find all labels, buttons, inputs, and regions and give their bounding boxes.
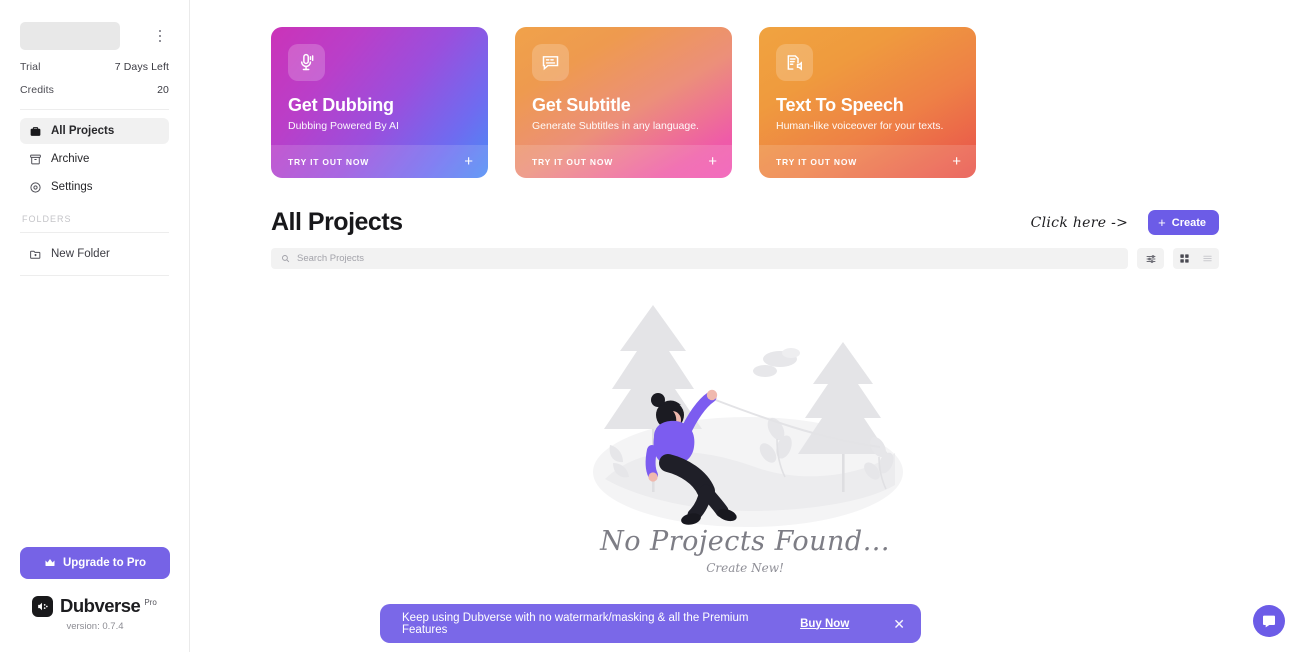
trial-label: Trial xyxy=(20,61,41,73)
search-input[interactable] xyxy=(297,253,1118,264)
empty-state-title: No Projects Found... xyxy=(600,526,890,557)
card-cta[interactable]: TRY IT OUT NOW + xyxy=(271,145,488,178)
folders-section-label: FOLDERS xyxy=(22,214,72,224)
plus-icon: + xyxy=(952,153,961,170)
header-actions: Click here -> + Create xyxy=(1031,210,1219,237)
search-box[interactable] xyxy=(271,248,1128,269)
toolbar xyxy=(271,248,1219,269)
card-subtitle: Dubbing Powered By AI xyxy=(288,120,399,132)
account-placeholder xyxy=(20,22,120,50)
sidebar-item-label: All Projects xyxy=(51,125,115,137)
person-on-swing-illustration xyxy=(593,305,903,527)
sidebar-item-settings[interactable]: Settings xyxy=(20,174,169,200)
credits-row: Credits 20 xyxy=(20,84,169,96)
sidebar-item-label: Settings xyxy=(51,181,93,193)
card-get-subtitle[interactable]: Get Subtitle Generate Subtitles in any l… xyxy=(515,27,732,178)
create-label: Create xyxy=(1171,216,1206,229)
kebab-menu-icon[interactable] xyxy=(151,25,169,47)
plus-icon: + xyxy=(1158,215,1166,230)
create-button[interactable]: + Create xyxy=(1148,210,1219,235)
sidebar-footer: Upgrade to Pro Dubverse Pro version: 0.7… xyxy=(20,547,170,652)
card-get-dubbing[interactable]: Get Dubbing Dubbing Powered By AI TRY IT… xyxy=(271,27,488,178)
closed-caption-icon xyxy=(532,44,569,81)
chat-bubble-icon xyxy=(1261,613,1277,629)
list-view-icon xyxy=(1202,253,1213,264)
microphone-icon xyxy=(288,44,325,81)
filter-button[interactable] xyxy=(1137,248,1164,269)
new-folder-label: New Folder xyxy=(51,248,110,260)
folders-divider-bottom xyxy=(20,275,169,276)
list-view-button[interactable] xyxy=(1196,248,1219,269)
sidebar-item-archive[interactable]: Archive xyxy=(20,146,169,172)
sidebar-item-all-projects[interactable]: All Projects xyxy=(20,118,169,144)
click-here-annotation: Click here -> xyxy=(1030,214,1129,231)
projects-header: All Projects Click here -> + Create xyxy=(271,208,1219,237)
card-cta[interactable]: TRY IT OUT NOW + xyxy=(759,145,976,178)
promo-banner: Keep using Dubverse with no watermark/ma… xyxy=(380,604,921,643)
sidebar-nav: All Projects Archive Settings xyxy=(20,118,169,200)
credits-value: 20 xyxy=(157,84,169,96)
upgrade-label: Upgrade to Pro xyxy=(62,557,147,569)
promo-banner-text: Keep using Dubverse with no watermark/ma… xyxy=(402,611,749,636)
account-row xyxy=(20,22,169,50)
folders-divider-top xyxy=(20,232,169,233)
app-root: Trial 7 Days Left Credits 20 All Project… xyxy=(0,0,1300,652)
brand-name: Dubverse xyxy=(60,595,141,616)
card-cta-label: TRY IT OUT NOW xyxy=(288,156,370,167)
crown-icon xyxy=(44,557,56,569)
card-text-to-speech[interactable]: Text To Speech Human-like voiceover for … xyxy=(759,27,976,178)
feature-cards: Get Dubbing Dubbing Powered By AI TRY IT… xyxy=(271,27,1219,178)
trial-value: 7 Days Left xyxy=(114,61,169,73)
card-subtitle: Generate Subtitles in any language. xyxy=(532,120,699,132)
document-speaker-icon xyxy=(776,44,813,81)
credits-label: Credits xyxy=(20,84,54,96)
gear-icon xyxy=(29,181,42,194)
card-cta-label: TRY IT OUT NOW xyxy=(776,156,858,167)
empty-state-subtitle: Create New! xyxy=(706,561,784,575)
card-title: Get Subtitle xyxy=(532,95,631,115)
chat-launcher-button[interactable] xyxy=(1253,605,1285,637)
trial-row: Trial 7 Days Left xyxy=(20,61,169,73)
card-subtitle: Human-like voiceover for your texts. xyxy=(776,120,944,132)
dubverse-mark-icon xyxy=(32,595,53,617)
card-title: Text To Speech xyxy=(776,95,904,115)
card-title: Get Dubbing xyxy=(288,95,394,115)
app-version: version: 0.7.4 xyxy=(66,621,124,632)
card-cta-label: TRY IT OUT NOW xyxy=(532,156,614,167)
sliders-icon xyxy=(1145,253,1157,265)
empty-state: No Projects Found... Create New! xyxy=(271,287,1219,575)
buy-now-link[interactable]: Buy Now xyxy=(800,618,849,630)
brand-logo: Dubverse Pro xyxy=(20,595,169,617)
folder-plus-icon xyxy=(29,248,42,261)
main-content: Get Dubbing Dubbing Powered By AI TRY IT… xyxy=(190,0,1300,652)
sidebar-item-label: Archive xyxy=(51,153,90,165)
upgrade-to-pro-button[interactable]: Upgrade to Pro xyxy=(20,547,170,579)
new-folder-button[interactable]: New Folder xyxy=(20,241,169,267)
briefcase-icon xyxy=(29,125,42,138)
card-cta[interactable]: TRY IT OUT NOW + xyxy=(515,145,732,178)
sidebar-divider xyxy=(20,109,169,110)
plus-icon: + xyxy=(708,153,717,170)
close-icon[interactable]: ✕ xyxy=(893,617,905,631)
plus-icon: + xyxy=(464,153,473,170)
brand-sup: Pro xyxy=(144,598,157,607)
view-toggle-group xyxy=(1173,248,1219,269)
archive-icon xyxy=(29,153,42,166)
sidebar: Trial 7 Days Left Credits 20 All Project… xyxy=(0,0,190,652)
search-icon xyxy=(281,254,290,263)
page-title: All Projects xyxy=(271,208,403,236)
grid-view-button[interactable] xyxy=(1173,248,1196,269)
grid-view-icon xyxy=(1179,253,1190,264)
